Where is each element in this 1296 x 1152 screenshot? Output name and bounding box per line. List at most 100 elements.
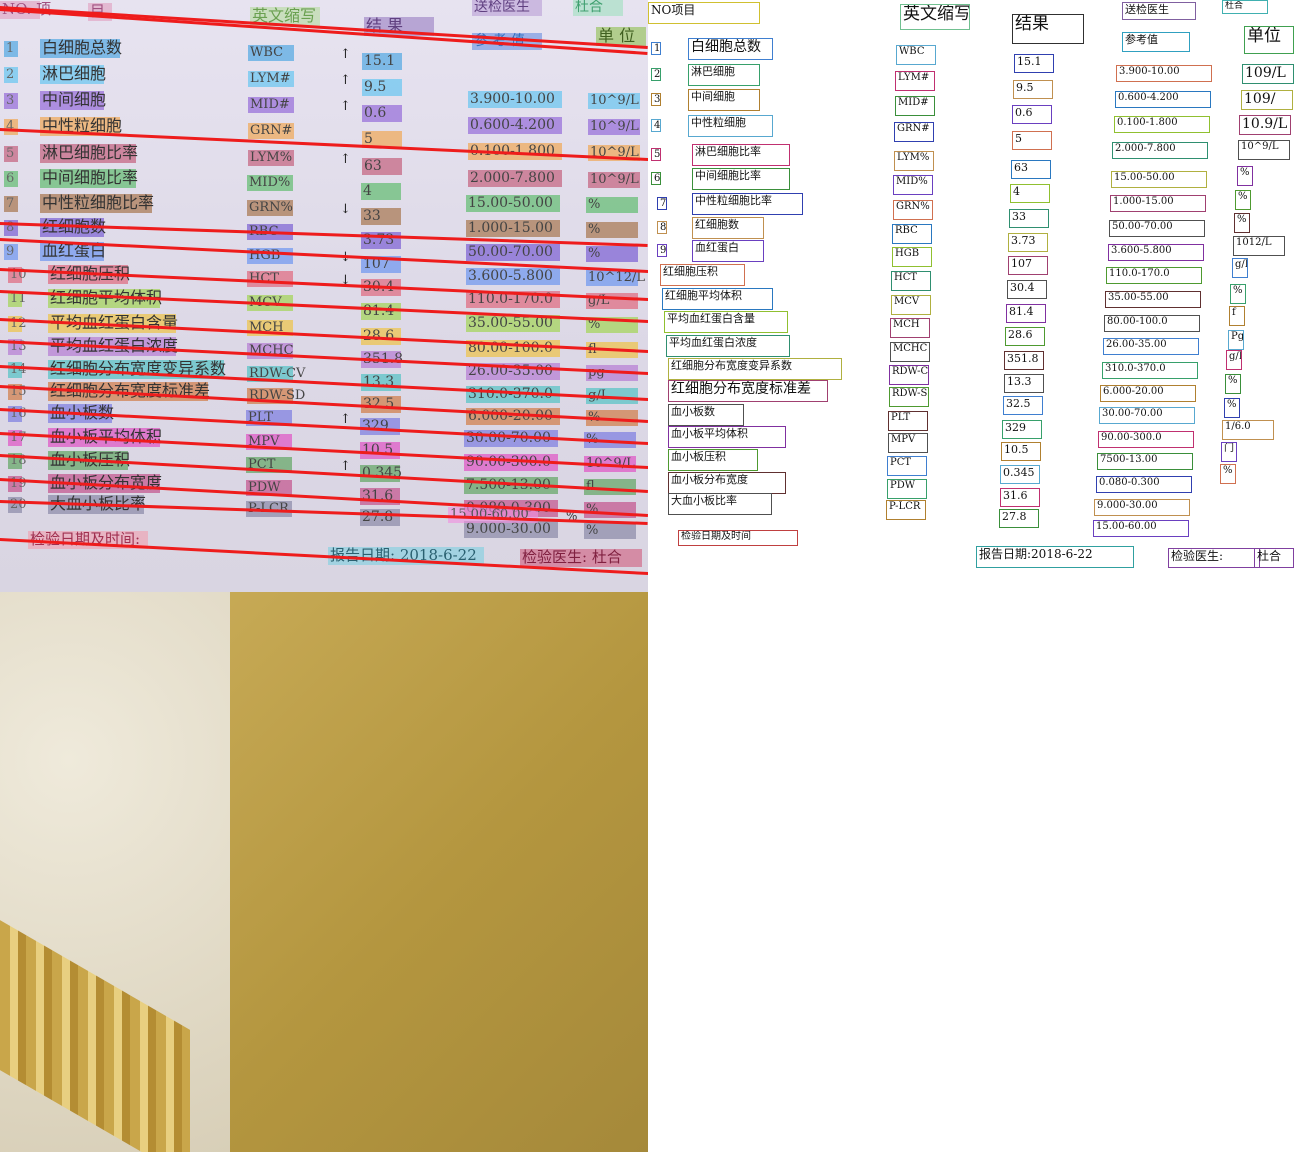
ocr-ref-2: 0.600-4.200 [1115, 91, 1211, 108]
header-doctor: 送检医生 [474, 0, 530, 15]
ocr-unit-6: % [1235, 190, 1251, 210]
ocr-ref-11: 80.00-100.0 [1104, 315, 1200, 332]
ocr-unit-1: 109/L [1242, 64, 1294, 84]
ocr-name-13: 平均血红蛋白浓度 [666, 335, 790, 357]
ocr-result-4: 5 [1012, 131, 1052, 150]
ocr-unit-12: Pg [1228, 330, 1244, 350]
ocr-name-17: 血小板平均体积 [668, 426, 786, 448]
ocr-name-3: 中间细胞 [688, 89, 760, 111]
row-6-unit: % [588, 197, 601, 212]
ocr-abbr-14: RDW-CV [889, 365, 929, 385]
row-6-ref: 15.00-50.00 [468, 195, 553, 211]
ocr-abbr-1: WBC [896, 45, 936, 65]
ocr-abbr-3: MID# [895, 96, 935, 116]
ocr-unit-3: 10.9/L [1239, 115, 1291, 135]
ocr-abbr-2: LYM# [895, 71, 935, 91]
ocr-header-no: NO项目 [648, 2, 760, 24]
ocr-result-18: 0.345 [1000, 465, 1040, 484]
ocr-name-5: 淋巴细胞比率 [692, 144, 790, 166]
ocr-unit-10: % [1230, 284, 1246, 304]
ocr-ref-6: 1.000-15.00 [1110, 195, 1206, 212]
ocr-no-5: 5 [651, 148, 661, 161]
ocr-header-abbr: 英文缩写 [900, 4, 970, 30]
ocr-result-3: 0.6 [1012, 105, 1052, 124]
ocr-name-19: 血小板分布宽度 [668, 472, 786, 494]
row-20-unit: % [586, 523, 599, 538]
row-5-flag: ↑ [340, 152, 351, 167]
row-3-ref: 0.600-4.200 [470, 117, 555, 133]
ocr-unit-11: f [1229, 306, 1245, 326]
row-8-ref: 50.00-70.00 [468, 244, 553, 260]
row-2-name: 淋巴细胞 [42, 64, 107, 83]
ocr-abbr-7: GRN% [893, 200, 933, 220]
ocr-unit-17: 门 [1221, 442, 1237, 462]
ocr-result-11: 81.4 [1006, 304, 1046, 323]
ocr-abbr-10: HCT [891, 271, 931, 291]
ocr-abbr-6: MID% [893, 175, 933, 195]
row-3-flag: ↑ [340, 99, 351, 114]
ocr-ref-1: 3.900-10.00 [1116, 65, 1212, 82]
ocr-unit-2: 109/ [1241, 90, 1293, 110]
row-5-name: 淋巴细胞比率 [42, 143, 139, 162]
ocr-ref-4: 2.000-7.800 [1112, 142, 1208, 159]
ocr-abbr-20: P-LCR [886, 500, 926, 520]
row-3-abbr: MID# [250, 97, 290, 112]
header-unit: 单 位 [598, 26, 636, 45]
ocr-ref-12: 26.00-35.00 [1103, 338, 1199, 355]
ocr-unit-8: 1012/L [1233, 236, 1285, 256]
row-16-flag: ↑ [340, 412, 351, 427]
ocr-name-15: 红细胞分布宽度标准差 [668, 380, 828, 402]
ocr-ref-3: 0.100-1.800 [1114, 116, 1210, 133]
row-9-no: 9 [6, 244, 15, 259]
ocr-unit-13: g/L [1226, 350, 1242, 370]
row-2-abbr: LYM# [250, 71, 291, 86]
row-5-no: 5 [6, 146, 15, 161]
lab-report-paper: NO. 项目英文缩写结 果送检医生杜合参 考 值单 位1白细胞总数WBC↑15.… [0, 0, 648, 622]
photo-panel: NO. 项目英文缩写结 果送检医生杜合参 考 值单 位1白细胞总数WBC↑15.… [0, 0, 648, 1152]
row-3-result: 0.6 [364, 105, 387, 121]
ocr-abbr-11: MCV [891, 295, 931, 315]
ocr-name-20: 大血小板比率 [668, 493, 772, 515]
row-5-ref: 2.000-7.800 [470, 170, 555, 186]
ocr-result-2: 9.5 [1013, 80, 1053, 99]
ocr-header-unit: 单位 [1244, 26, 1294, 54]
row-4-result: 5 [364, 131, 373, 147]
ocr-result-17: 10.5 [1001, 442, 1041, 461]
ocr-ref-20: 15.00-60.00 [1093, 520, 1189, 537]
ocr-header-ref: 参考值 [1122, 32, 1190, 52]
ocr-unit-14: % [1225, 374, 1241, 394]
row-7-name: 中性粒细胞比率 [42, 193, 155, 212]
ocr-no-7: 7 [657, 197, 667, 210]
ocr-result-5: 63 [1011, 160, 1051, 179]
ocr-result-14: 13.3 [1004, 374, 1044, 393]
row-7-no: 7 [6, 196, 15, 211]
row-5-result: 63 [364, 158, 382, 174]
row-18-flag: ↑ [340, 459, 351, 474]
ocr-abbr-9: HGB [892, 247, 932, 267]
row-3-name: 中间细胞 [42, 90, 107, 109]
ocr-ref-7: 50.00-70.00 [1109, 220, 1205, 237]
ocr-abbr-16: PLT [888, 411, 928, 431]
ocr-ref-17: 7500-13.00 [1097, 453, 1193, 470]
ocr-name-6: 中间细胞比率 [692, 168, 790, 190]
row-2-no: 2 [6, 67, 15, 82]
row-11-ref: 35.00-55.00 [468, 315, 553, 331]
row-1-abbr: WBC [250, 45, 284, 60]
ocr-result-19: 31.6 [1000, 488, 1040, 507]
row-5-unit: 10^9/L [590, 172, 639, 187]
ocr-footer-doctor-name: 杜合 [1254, 548, 1294, 568]
row-6-result: 4 [363, 183, 372, 199]
ocr-ref-14: 6.000-20.00 [1100, 385, 1196, 402]
row-5-abbr: LYM% [250, 150, 293, 165]
ocr-name-9: 血红蛋白 [692, 240, 764, 262]
ocr-result-1: 15.1 [1014, 54, 1054, 73]
row-1-flag: ↑ [340, 47, 351, 62]
ocr-name-10: 红细胞压积 [660, 264, 745, 286]
footer-doctor: 检验医生: 杜合 [522, 548, 622, 566]
row-3-no: 3 [6, 93, 15, 108]
ocr-ref-5: 15.00-50.00 [1111, 171, 1207, 188]
row-7-ref: 1.000-15.00 [468, 220, 553, 236]
row-2-result: 9.5 [364, 79, 387, 95]
ocr-unit-16: 1/6.0 [1222, 420, 1274, 440]
ocr-no-8: 8 [657, 221, 667, 234]
